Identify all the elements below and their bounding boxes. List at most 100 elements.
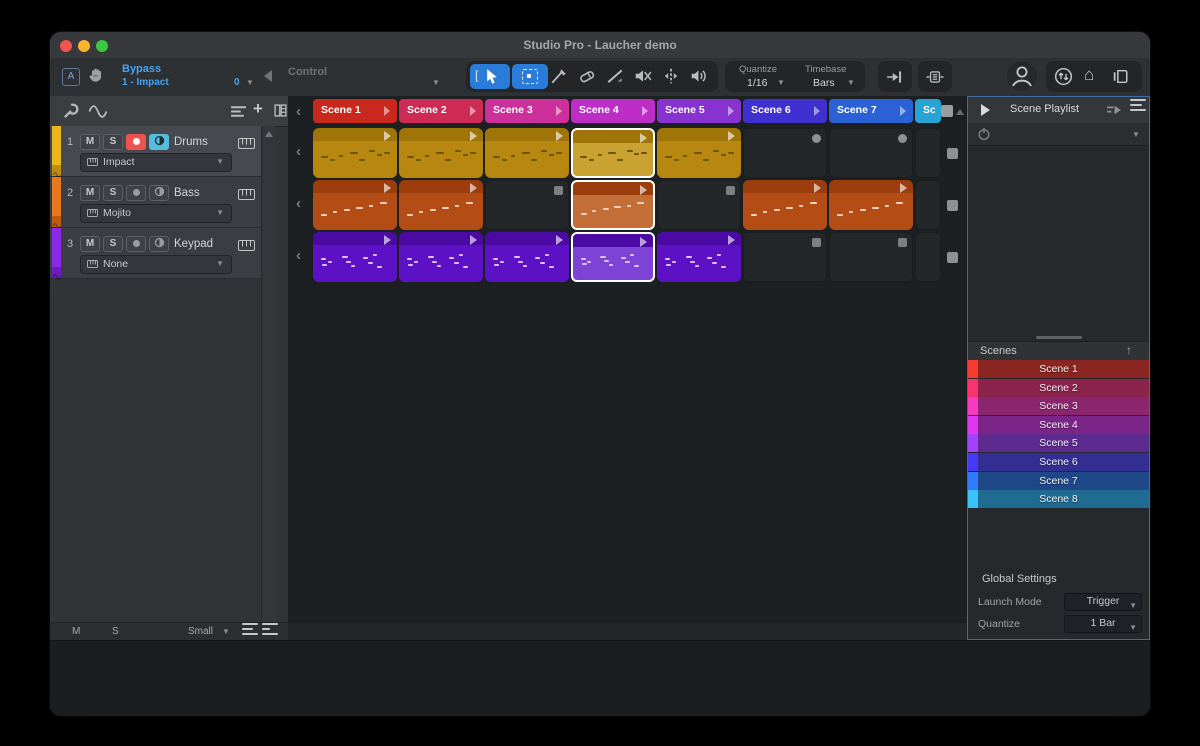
empty-clip-slot[interactable] [829, 232, 913, 282]
clip-play-icon[interactable] [470, 235, 477, 245]
range-select-tool-button[interactable] [512, 64, 548, 89]
global-mute-button[interactable]: M [72, 626, 80, 637]
launch-mode-dropdown[interactable]: Trigger▼ [1064, 593, 1142, 611]
track-monitor-button[interactable] [149, 185, 169, 201]
scene-play-icon[interactable] [728, 106, 734, 116]
track-row[interactable]: 1MSDrumsImpact▼ [50, 126, 261, 177]
clip-play-icon[interactable] [384, 235, 391, 245]
row-launch-left-icon[interactable]: ‹ [296, 199, 301, 209]
clip-play-icon[interactable] [728, 131, 735, 141]
event-display-button[interactable] [918, 61, 952, 92]
hand-tool-icon[interactable] [88, 67, 105, 89]
scene-tab[interactable]: Scene 7 [829, 99, 913, 123]
instrument-selector[interactable]: Mojito▼ [80, 204, 232, 223]
track-record-button[interactable] [126, 134, 146, 150]
track-mute-button[interactable]: M [80, 236, 100, 252]
row-stop-button[interactable] [947, 200, 958, 211]
row-stop-button[interactable] [947, 252, 958, 263]
clip[interactable] [313, 232, 397, 282]
scene-list-item[interactable]: Scene 7 [968, 472, 1149, 490]
empty-clip-slot[interactable] [743, 232, 827, 282]
automation-mode-icon[interactable]: A [62, 68, 80, 86]
clip-selected[interactable] [571, 180, 655, 230]
scene-scroll-left-icon[interactable]: ‹ [296, 107, 301, 117]
empty-clip-slot[interactable] [915, 128, 941, 178]
timebase-value[interactable]: Bars [813, 77, 835, 89]
scene-play-icon[interactable] [384, 106, 390, 116]
clip-play-icon[interactable] [640, 133, 647, 143]
clip[interactable] [399, 128, 483, 178]
scene-play-icon[interactable] [642, 106, 648, 116]
close-button[interactable] [60, 40, 72, 52]
scene-tab[interactable]: Scene 2 [399, 99, 483, 123]
draw-tool-icon[interactable] [550, 67, 574, 87]
scene-play-icon[interactable] [470, 106, 476, 116]
clip[interactable] [657, 128, 741, 178]
instrument-dropdown-icon[interactable]: ▼ [216, 259, 224, 268]
scene-tab[interactable]: Scene 1 [313, 99, 397, 123]
add-track-icon[interactable]: + [253, 99, 263, 119]
clip-play-icon[interactable] [640, 185, 647, 195]
clip[interactable] [399, 232, 483, 282]
scene-tab[interactable]: Scene 4 [571, 99, 655, 123]
clip[interactable] [829, 180, 913, 230]
track-row[interactable]: 2MSBassMojito▼ [50, 177, 261, 228]
clip-play-icon[interactable] [470, 183, 477, 193]
clip-play-icon[interactable] [900, 183, 907, 193]
home-icon[interactable]: ⌂ [1084, 65, 1094, 85]
row-stop-button[interactable] [947, 148, 958, 159]
select-tool-button[interactable]: [ [470, 64, 510, 89]
clip-play-icon[interactable] [470, 131, 477, 141]
layout-icon[interactable] [262, 628, 270, 630]
instrument-selector[interactable]: Impact▼ [80, 153, 232, 172]
scene-tab[interactable]: Scene 5 [657, 99, 741, 123]
clip-play-icon[interactable] [728, 235, 735, 245]
line-tool-icon[interactable] [606, 67, 630, 87]
stop-all-scenes-button[interactable] [941, 105, 953, 117]
clip-play-icon[interactable] [814, 183, 821, 193]
panel-divider-handle[interactable] [1036, 336, 1082, 339]
minimize-button[interactable] [78, 40, 90, 52]
bypass-label[interactable]: Bypass [122, 63, 161, 75]
slot-record-icon[interactable] [898, 134, 907, 143]
scene-play-icon[interactable] [556, 106, 562, 116]
scene-list-item[interactable]: Scene 5 [968, 434, 1149, 452]
side-panels-icon[interactable] [1112, 67, 1131, 91]
row-launch-left-icon[interactable]: ‹ [296, 147, 301, 157]
slot-stop-icon[interactable] [898, 238, 907, 247]
empty-clip-slot[interactable] [743, 128, 827, 178]
global-solo-button[interactable]: S [112, 626, 119, 637]
clip-selected[interactable] [571, 128, 655, 178]
scroll-up-icon[interactable] [265, 131, 273, 137]
sync-icon[interactable] [1054, 67, 1073, 91]
list-icon[interactable] [242, 628, 253, 630]
scene-list-item[interactable]: Scene 2 [968, 379, 1149, 397]
scene-list-item[interactable]: Scene 6 [968, 453, 1149, 471]
clip[interactable] [313, 180, 397, 230]
track-height-dropdown-icon[interactable]: ▼ [222, 627, 230, 636]
clip-play-icon[interactable] [556, 131, 563, 141]
playlist-dropdown-icon[interactable]: ▼ [1132, 130, 1140, 139]
clip-play-icon[interactable] [384, 131, 391, 141]
playlist-mode-icon[interactable] [1106, 103, 1123, 122]
empty-clip-slot[interactable] [915, 180, 941, 230]
track-height-value[interactable]: Small [188, 626, 213, 637]
track-row[interactable]: 3MSKeypadNone▼ [50, 228, 261, 279]
eraser-tool-icon[interactable] [578, 67, 602, 87]
slot-record-icon[interactable] [812, 134, 821, 143]
scene-up-icon[interactable]: ↑ [1126, 343, 1132, 357]
clip[interactable] [485, 128, 569, 178]
track-visibility-icon[interactable] [230, 105, 247, 123]
global-quantize-dropdown[interactable]: 1 Bar▼ [1064, 615, 1142, 633]
scene-tab[interactable]: Scene 3 [485, 99, 569, 123]
row-launch-left-icon[interactable]: ‹ [296, 251, 301, 261]
track-mute-button[interactable]: M [80, 134, 100, 150]
clip[interactable] [743, 180, 827, 230]
track-solo-button[interactable]: S [103, 134, 123, 150]
instrument-selector[interactable]: None▼ [80, 255, 232, 274]
grid-layout-icon[interactable] [274, 104, 287, 122]
control-dropdown-icon[interactable]: ▼ [432, 78, 440, 87]
clip[interactable] [485, 232, 569, 282]
track-solo-button[interactable]: S [103, 185, 123, 201]
empty-clip-slot[interactable] [485, 180, 569, 230]
